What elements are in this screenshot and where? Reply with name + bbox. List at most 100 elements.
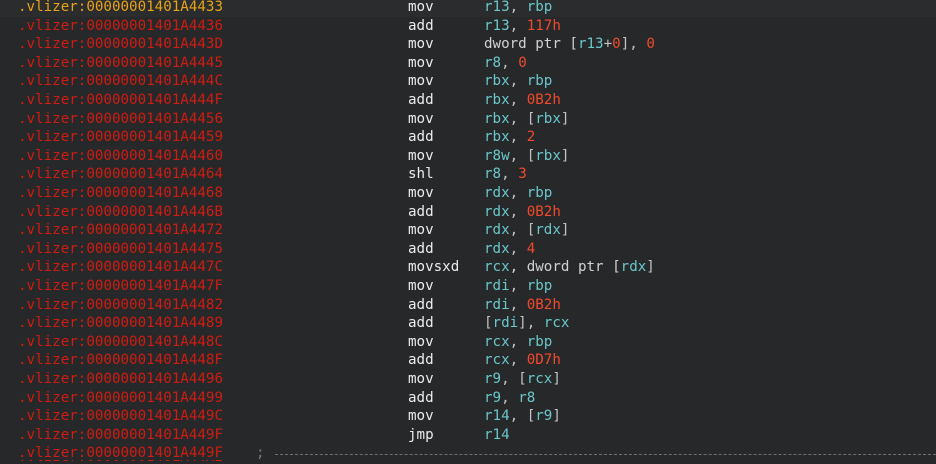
instruction-address[interactable]: .vlizer:00000001401A448F <box>18 351 223 370</box>
register-operand[interactable]: rbx <box>484 73 510 89</box>
immediate-operand[interactable]: 0 <box>646 36 655 52</box>
register-operand[interactable]: rbp <box>527 0 553 15</box>
instruction-address[interactable]: .vlizer:00000001401A4489 <box>18 314 223 333</box>
instruction-row[interactable]: .vlizer:00000001401A4489 add [rdi], rcx <box>0 314 936 333</box>
instruction-row[interactable]: .vlizer:00000001401A4468 mov rdx, rbp <box>0 184 936 203</box>
instruction-mnemonic[interactable]: add <box>408 240 434 259</box>
register-operand[interactable]: rdi <box>484 297 510 313</box>
instruction-operands[interactable]: r14, [r9] <box>484 407 561 426</box>
immediate-operand[interactable]: 3 <box>518 166 527 182</box>
instruction-address[interactable]: .vlizer:00000001401A443D <box>18 35 223 54</box>
immediate-operand[interactable]: 0B2h <box>527 92 561 108</box>
register-operand[interactable]: r13 <box>578 36 604 52</box>
instruction-mnemonic[interactable]: shl <box>408 165 434 184</box>
disassembly-listing[interactable]: .vlizer:00000001401A4433 mov r13, rbp .vliz… <box>0 0 936 464</box>
register-operand[interactable]: rdx <box>621 259 647 275</box>
register-operand[interactable]: rbx <box>484 129 510 145</box>
instruction-row[interactable]: .vlizer:00000001401A447F mov rdi, rbp <box>0 277 936 296</box>
instruction-mnemonic[interactable]: mov <box>408 110 434 129</box>
instruction-operands[interactable]: r8w, [rbx] <box>484 147 569 166</box>
register-operand[interactable]: rbp <box>527 334 553 350</box>
instruction-row[interactable]: .vlizer:00000001401A443D mov dword ptr [r1… <box>0 35 936 54</box>
instruction-row[interactable]: .vlizer:00000001401A449F jmp r14 <box>0 426 936 445</box>
instruction-operands[interactable]: rdi, rbp <box>484 277 552 296</box>
register-operand[interactable]: r14 <box>484 427 510 443</box>
register-operand[interactable]: r8 <box>518 390 535 406</box>
instruction-address[interactable]: .vlizer:00000001401A4472 <box>18 221 223 240</box>
instruction-address[interactable]: .vlizer:00000001401A4499 <box>18 389 223 408</box>
register-operand[interactable]: rdx <box>484 185 510 201</box>
instruction-row[interactable]: .vlizer:00000001401A4459 add rbx, 2 <box>0 128 936 147</box>
immediate-operand[interactable]: 0 <box>518 55 527 71</box>
instruction-operands[interactable]: rbx, 2 <box>484 128 535 147</box>
instruction-mnemonic[interactable]: movsxd <box>408 258 459 277</box>
register-operand[interactable]: rbx <box>484 92 510 108</box>
register-operand[interactable]: r13 <box>484 18 510 34</box>
instruction-row[interactable]: .vlizer:00000001401A448F add rcx, 0D7h <box>0 351 936 370</box>
instruction-address[interactable]: .vlizer:00000001401A4460 <box>18 147 223 166</box>
instruction-operands[interactable]: rdi, 0B2h <box>484 296 561 315</box>
instruction-mnemonic[interactable]: add <box>408 389 434 408</box>
instruction-address[interactable]: .vlizer:00000001401A4445 <box>18 54 223 73</box>
instruction-row[interactable]: .vlizer:00000001401A4460 mov r8w, [rbx] <box>0 147 936 166</box>
instruction-operands[interactable]: rcx, dword ptr [rdx] <box>484 258 655 277</box>
instruction-address[interactable]: .vlizer:00000001401A447C <box>18 258 223 277</box>
instruction-address[interactable]: .vlizer:00000001401A4459 <box>18 128 223 147</box>
immediate-operand[interactable]: 2 <box>527 129 536 145</box>
instruction-operands[interactable]: r13, 117h <box>484 17 561 36</box>
instruction-operands[interactable]: rbx, 0B2h <box>484 91 561 110</box>
instruction-address[interactable]: .vlizer:00000001401A444C <box>18 72 223 91</box>
instruction-operands[interactable]: r14 <box>484 426 510 445</box>
register-operand[interactable]: rdx <box>484 222 510 238</box>
register-operand[interactable]: rcx <box>527 371 553 387</box>
instruction-mnemonic[interactable]: mov <box>408 147 434 166</box>
register-operand[interactable]: rdx <box>535 222 561 238</box>
instruction-row[interactable]: .vlizer:00000001401A444C mov rbx, rbp <box>0 72 936 91</box>
instruction-row[interactable]: .vlizer:00000001401A4456 mov rbx, [rbx] <box>0 110 936 129</box>
instruction-address[interactable]: .vlizer:00000001401A4468 <box>18 184 223 203</box>
register-operand[interactable]: r8w <box>484 148 510 164</box>
register-operand[interactable]: rbp <box>527 73 553 89</box>
instruction-row[interactable]: .vlizer:00000001401A4464 shl r8, 3 <box>0 165 936 184</box>
instruction-operands[interactable]: rbx, [rbx] <box>484 110 569 129</box>
instruction-mnemonic[interactable]: mov <box>408 277 434 296</box>
register-operand[interactable]: rdi <box>484 278 510 294</box>
instruction-row[interactable]: .vlizer:00000001401A4499 add r9, r8 <box>0 389 936 408</box>
instruction-row[interactable]: .vlizer:00000001401A4475 add rdx, 4 <box>0 240 936 259</box>
register-operand[interactable]: rbx <box>535 111 561 127</box>
instruction-operands[interactable]: r9, r8 <box>484 389 535 408</box>
instruction-operands[interactable]: [rdi], rcx <box>484 314 569 333</box>
register-operand[interactable]: rbp <box>527 278 553 294</box>
register-operand[interactable]: rcx <box>484 352 510 368</box>
immediate-operand[interactable]: 0 <box>612 36 621 52</box>
instruction-operands[interactable]: dword ptr [r13+0], 0 <box>484 35 655 54</box>
instruction-operands[interactable]: rcx, rbp <box>484 333 552 352</box>
register-operand[interactable]: r9 <box>484 371 501 387</box>
instruction-address[interactable]: .vlizer:00000001401A4496 <box>18 370 223 389</box>
instruction-operands[interactable]: r9, [rcx] <box>484 370 561 389</box>
instruction-address[interactable]: .vlizer:00000001401A4475 <box>18 240 223 259</box>
register-operand[interactable]: rdx <box>484 204 510 220</box>
instruction-mnemonic[interactable]: add <box>408 296 434 315</box>
register-operand[interactable]: r9 <box>535 408 552 424</box>
instruction-address[interactable]: .vlizer:00000001401A449C <box>18 407 223 426</box>
instruction-mnemonic[interactable]: mov <box>408 35 434 54</box>
instruction-operands[interactable]: rdx, 0B2h <box>484 203 561 222</box>
instruction-operands[interactable]: r13, rbp <box>484 0 552 17</box>
instruction-operands[interactable]: r8, 3 <box>484 165 527 184</box>
instruction-mnemonic[interactable]: mov <box>408 333 434 352</box>
instruction-address[interactable]: .vlizer:00000001401A449F <box>18 426 223 445</box>
register-operand[interactable]: rcx <box>484 334 510 350</box>
register-operand[interactable]: rbp <box>527 185 553 201</box>
instruction-mnemonic[interactable]: jmp <box>408 426 434 445</box>
instruction-mnemonic[interactable]: mov <box>408 221 434 240</box>
instruction-row[interactable]: .vlizer:00000001401A447C movsxd rcx, dword… <box>0 258 936 277</box>
instruction-operands[interactable]: rdx, [rdx] <box>484 221 569 240</box>
instruction-mnemonic[interactable]: add <box>408 314 434 333</box>
instruction-row[interactable]: .vlizer:00000001401A446B add rdx, 0B2h <box>0 203 936 222</box>
instruction-mnemonic[interactable]: mov <box>408 370 434 389</box>
instruction-mnemonic[interactable]: add <box>408 91 434 110</box>
instruction-mnemonic[interactable]: add <box>408 203 434 222</box>
immediate-operand[interactable]: 0B2h <box>527 297 561 313</box>
instruction-address[interactable]: .vlizer:00000001401A4433 <box>18 0 223 17</box>
